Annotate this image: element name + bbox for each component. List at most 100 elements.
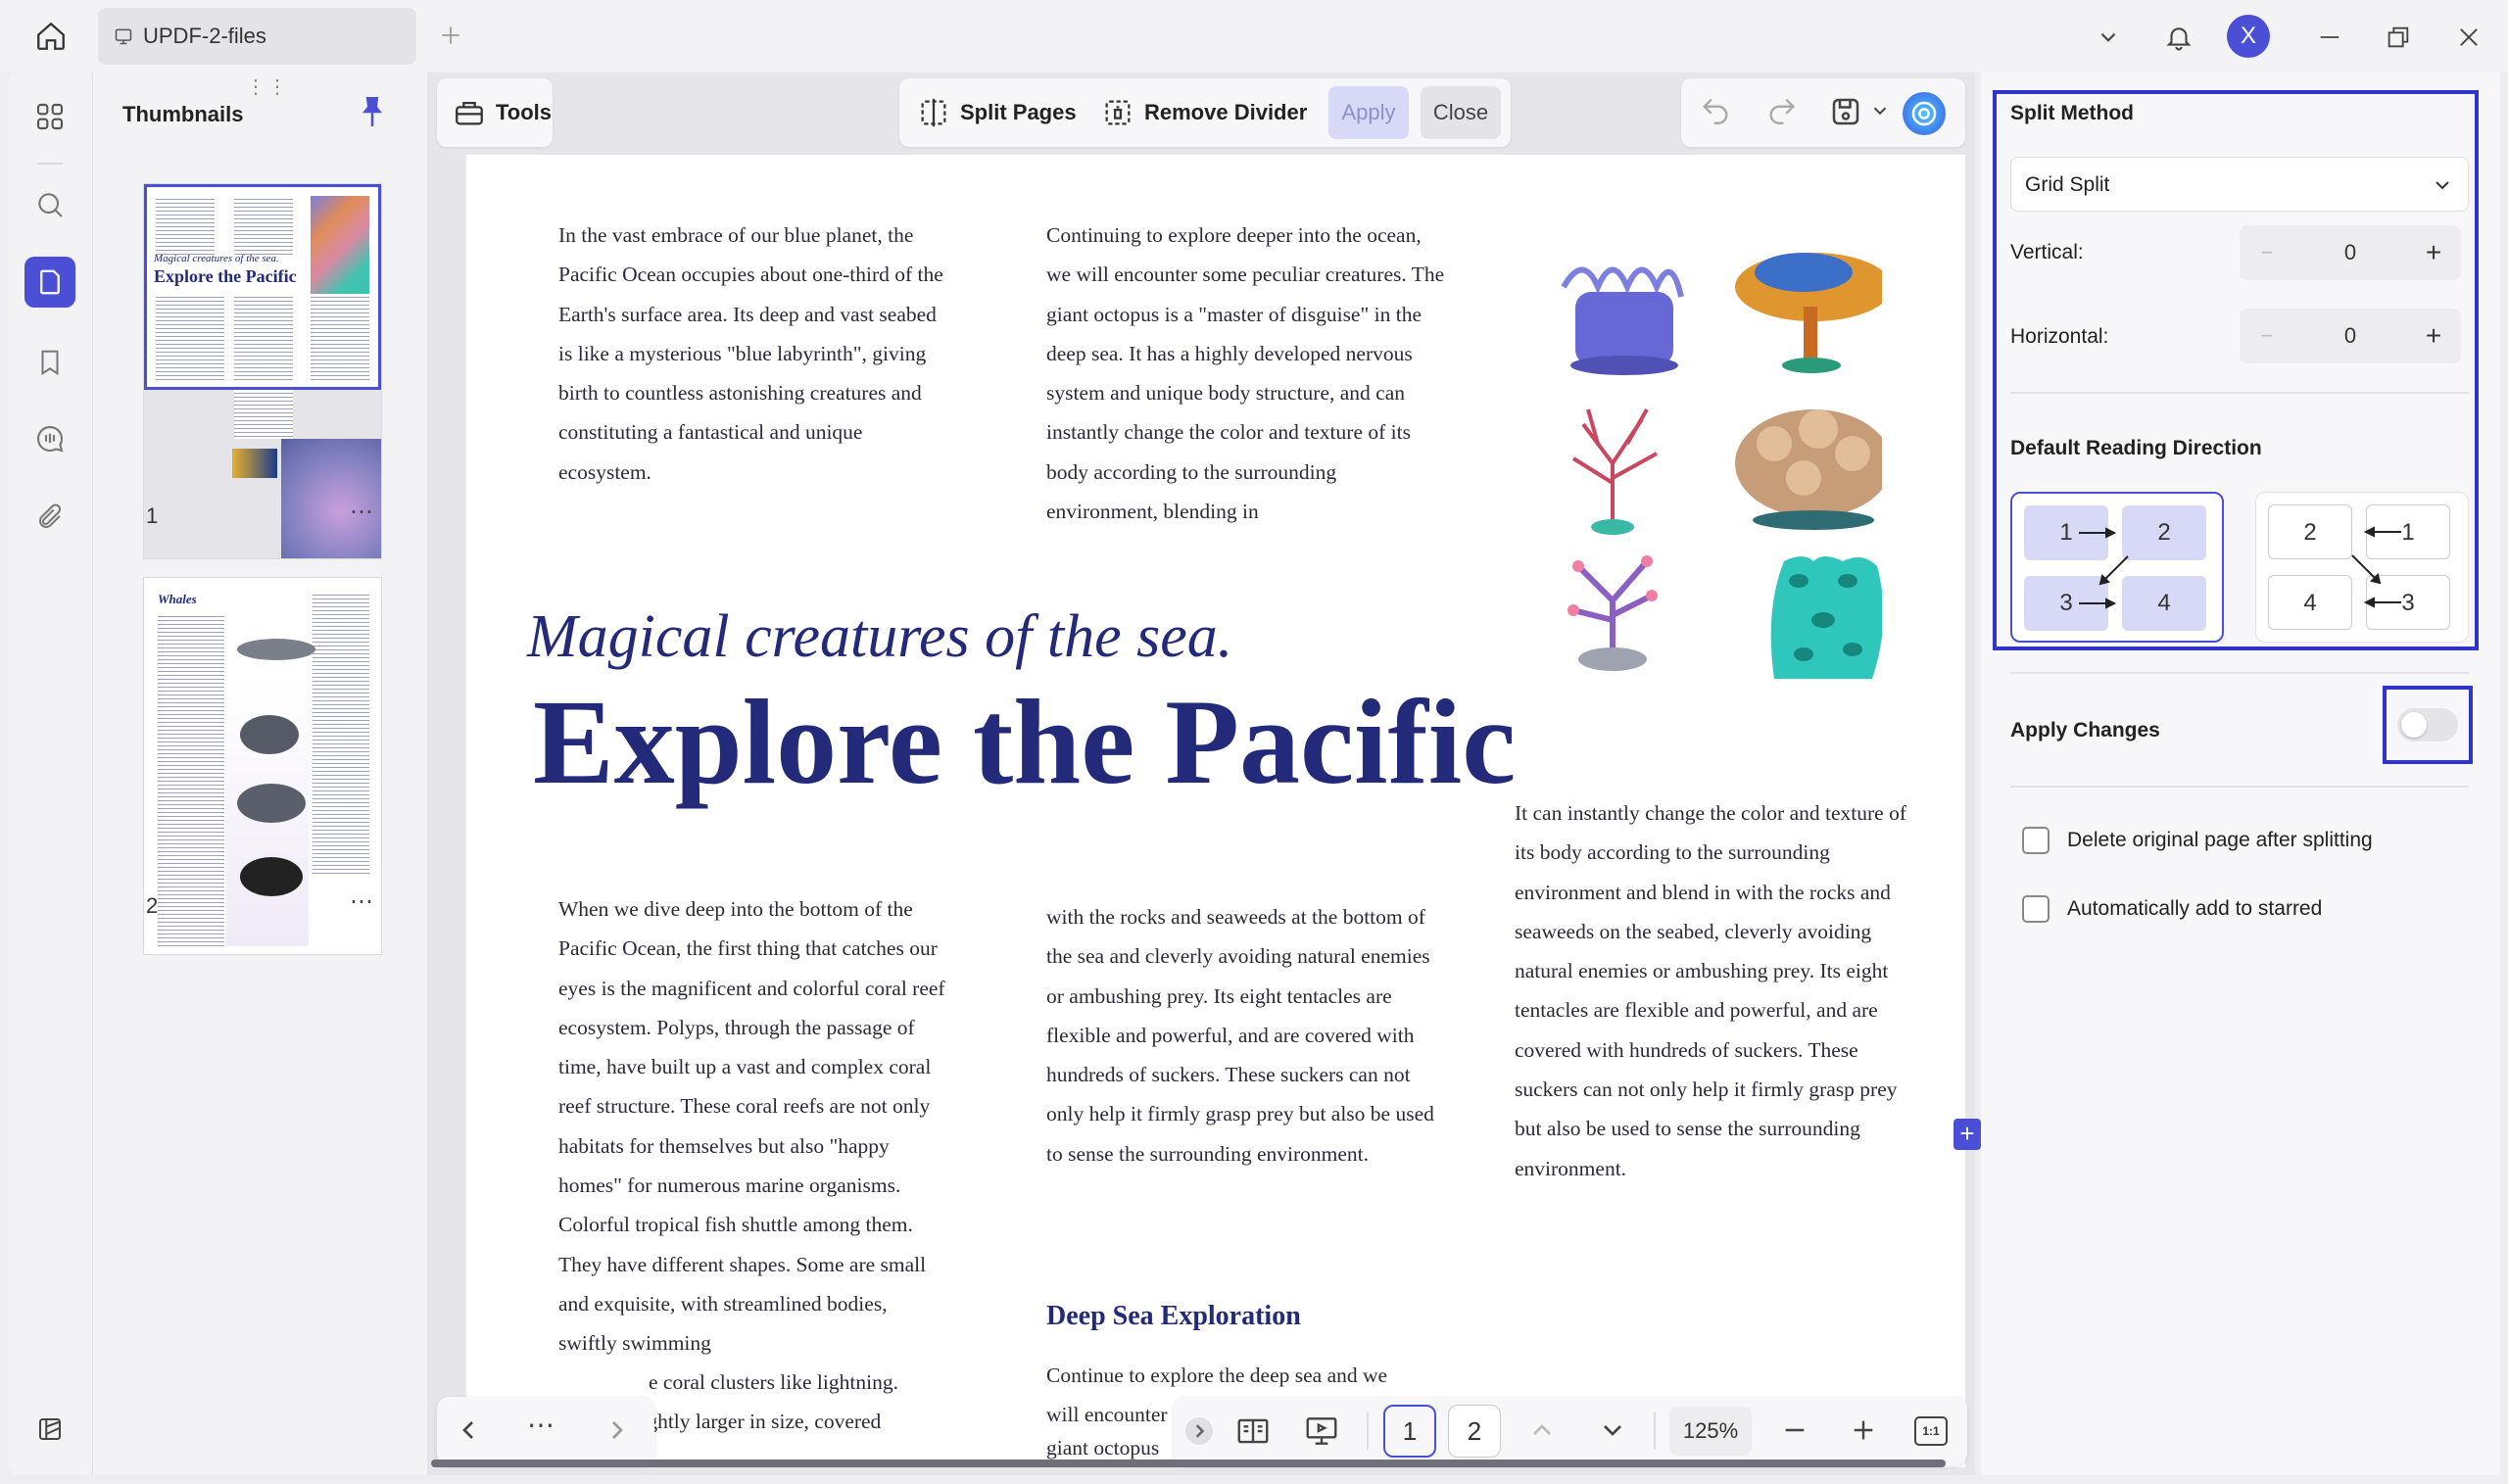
horizontal-label: Horizontal: xyxy=(2010,325,2109,348)
layers-icon[interactable] xyxy=(24,1404,75,1455)
remove-divider-button[interactable]: Remove Divider xyxy=(1091,86,1317,139)
comment-icon[interactable] xyxy=(24,413,75,464)
reading-direction-rtl-option[interactable]: 2 1 4 3 xyxy=(2255,492,2469,643)
split-settings-panel: Split Method Grid Split Vertical: − 0 + … xyxy=(1981,72,2500,1475)
apply-changes-toggle[interactable] xyxy=(2397,708,2458,742)
coral-teal xyxy=(1770,556,1882,679)
ai-assistant-icon[interactable] xyxy=(1903,92,1946,135)
minimize-icon[interactable] xyxy=(2308,16,2351,59)
more-pages-button[interactable]: ⋯ xyxy=(527,1409,555,1441)
chevron-down-icon[interactable] xyxy=(2089,18,2128,57)
page-layout-icon[interactable] xyxy=(1234,1412,1274,1452)
horizontal-value[interactable]: 0 xyxy=(2294,309,2406,363)
restore-icon[interactable] xyxy=(2377,16,2420,59)
horizontal-increment-button[interactable]: + xyxy=(2406,309,2461,363)
thumbnail-selection-outline xyxy=(144,184,381,390)
document-area: Tools Split Pages Remove Divider Apply C… xyxy=(427,72,1981,1475)
split-toolbar: Tools Split Pages Remove Divider Apply C… xyxy=(427,72,1975,153)
divider xyxy=(2010,392,2469,394)
auto-star-checkbox[interactable] xyxy=(2022,895,2050,923)
page-1-button[interactable]: 1 xyxy=(1383,1405,1436,1458)
search-icon[interactable] xyxy=(24,179,75,230)
delete-original-checkbox[interactable] xyxy=(2022,827,2050,854)
coral-pink-blue xyxy=(1568,555,1658,671)
split-pages-button[interactable]: Split Pages xyxy=(907,86,1086,139)
vertical-decrement-button[interactable]: − xyxy=(2240,225,2294,280)
chevron-up-icon[interactable] xyxy=(1526,1414,1560,1448)
toggle-knob xyxy=(2401,712,2427,738)
tools-button[interactable]: Tools xyxy=(437,78,553,147)
thumb-heading: Whales xyxy=(158,592,197,606)
remove-divider-icon xyxy=(1105,100,1131,125)
zoom-level-field[interactable]: 125% xyxy=(1669,1407,1752,1456)
horizontal-decrement-button[interactable]: − xyxy=(2240,309,2294,363)
document-tab[interactable]: UPDF-2-files xyxy=(98,8,416,65)
coral-red xyxy=(1571,408,1658,535)
bell-icon[interactable] xyxy=(2157,16,2200,59)
page-2-button[interactable]: 2 xyxy=(1448,1405,1501,1458)
document-title: Explore the Pacific xyxy=(533,675,1517,809)
chevron-right-icon[interactable] xyxy=(602,1414,635,1448)
toolbox-icon xyxy=(456,101,483,125)
zoom-out-icon[interactable] xyxy=(1779,1414,1812,1448)
zoom-in-icon[interactable] xyxy=(1848,1414,1881,1448)
thumbnail-page-number: 2 xyxy=(146,893,159,918)
add-page-button[interactable]: + xyxy=(1953,1119,1981,1150)
redo-icon[interactable] xyxy=(1765,94,1803,131)
thumbnails-title: Thumbnails xyxy=(122,102,244,126)
apps-grid-icon[interactable] xyxy=(24,91,75,142)
coral-tan xyxy=(1735,409,1882,530)
avatar[interactable]: X xyxy=(2227,15,2270,58)
presentation-icon[interactable] xyxy=(1303,1412,1342,1452)
attachment-icon[interactable] xyxy=(24,492,75,543)
horizontal-stepper: − 0 + xyxy=(2240,309,2461,363)
bookmark-icon[interactable] xyxy=(24,337,75,388)
thumbnails-panel: ⋮⋮ Thumbnails Magical creatures of the s… xyxy=(92,72,427,1475)
left-rail xyxy=(8,72,92,1475)
divider xyxy=(2010,672,2469,674)
auto-star-label: Automatically add to starred xyxy=(2067,897,2323,920)
vertical-value[interactable]: 0 xyxy=(2294,225,2406,280)
page-thumbnail-2[interactable]: Whales xyxy=(144,578,381,954)
rail-divider xyxy=(37,163,63,165)
body-text-col3: It can instantly change the color and te… xyxy=(1515,801,1906,1180)
reading-direction-title: Default Reading Direction xyxy=(2010,437,2262,459)
apply-button[interactable]: Apply xyxy=(1328,86,1409,139)
split-method-dropdown[interactable]: Grid Split xyxy=(2010,157,2469,212)
section-heading: Deep Sea Exploration xyxy=(1046,1301,1301,1331)
vertical-label: Vertical: xyxy=(2010,241,2084,263)
split-method-value: Grid Split xyxy=(2025,173,2110,196)
vertical-increment-button[interactable]: + xyxy=(2406,225,2461,280)
reading-direction-ltr-option[interactable]: 1 2 3 4 xyxy=(2010,492,2224,643)
pages-icon[interactable] xyxy=(24,257,75,308)
split-method-title: Split Method xyxy=(2010,102,2134,124)
thumbnail-more-button[interactable]: ⋯ xyxy=(350,498,375,526)
coral-orange xyxy=(1735,253,1882,373)
title-bar: UPDF-2-files X xyxy=(0,0,2508,72)
thumbnail-more-button[interactable]: ⋯ xyxy=(350,887,375,916)
chevron-down-icon[interactable] xyxy=(1597,1414,1630,1448)
tab-title: UPDF-2-files xyxy=(143,24,266,48)
save-options-chevron-icon[interactable] xyxy=(1869,100,1893,123)
vertical-stepper: − 0 + xyxy=(2240,225,2461,280)
close-window-icon[interactable] xyxy=(2447,16,2490,59)
undo-icon[interactable] xyxy=(1699,94,1736,131)
close-button[interactable]: Close xyxy=(1421,86,1501,139)
page-thumbnail-1[interactable]: Magical creatures of the sea. Explore th… xyxy=(144,184,381,558)
panel-drag-handle[interactable]: ⋮⋮ xyxy=(246,74,289,99)
actual-size-button[interactable]: 1:1 xyxy=(1914,1416,1948,1446)
pin-icon[interactable] xyxy=(358,94,389,131)
horizontal-scrollbar[interactable] xyxy=(431,1460,1946,1467)
page-nav-left: ⋯ xyxy=(437,1397,654,1465)
chevron-down-icon xyxy=(2436,181,2449,190)
tools-label: Tools xyxy=(496,100,553,124)
delete-original-label: Delete original page after splitting xyxy=(2067,829,2373,851)
section-text-line1: Continue to explore the deep sea and we xyxy=(1046,1364,1388,1387)
history-group xyxy=(1681,78,1965,147)
save-icon[interactable] xyxy=(1828,94,1865,131)
expand-icon[interactable] xyxy=(1185,1417,1213,1445)
home-icon[interactable] xyxy=(25,14,76,59)
cloud-doc-icon xyxy=(115,28,132,45)
new-tab-button[interactable] xyxy=(431,16,470,55)
chevron-left-icon[interactable] xyxy=(453,1414,486,1448)
